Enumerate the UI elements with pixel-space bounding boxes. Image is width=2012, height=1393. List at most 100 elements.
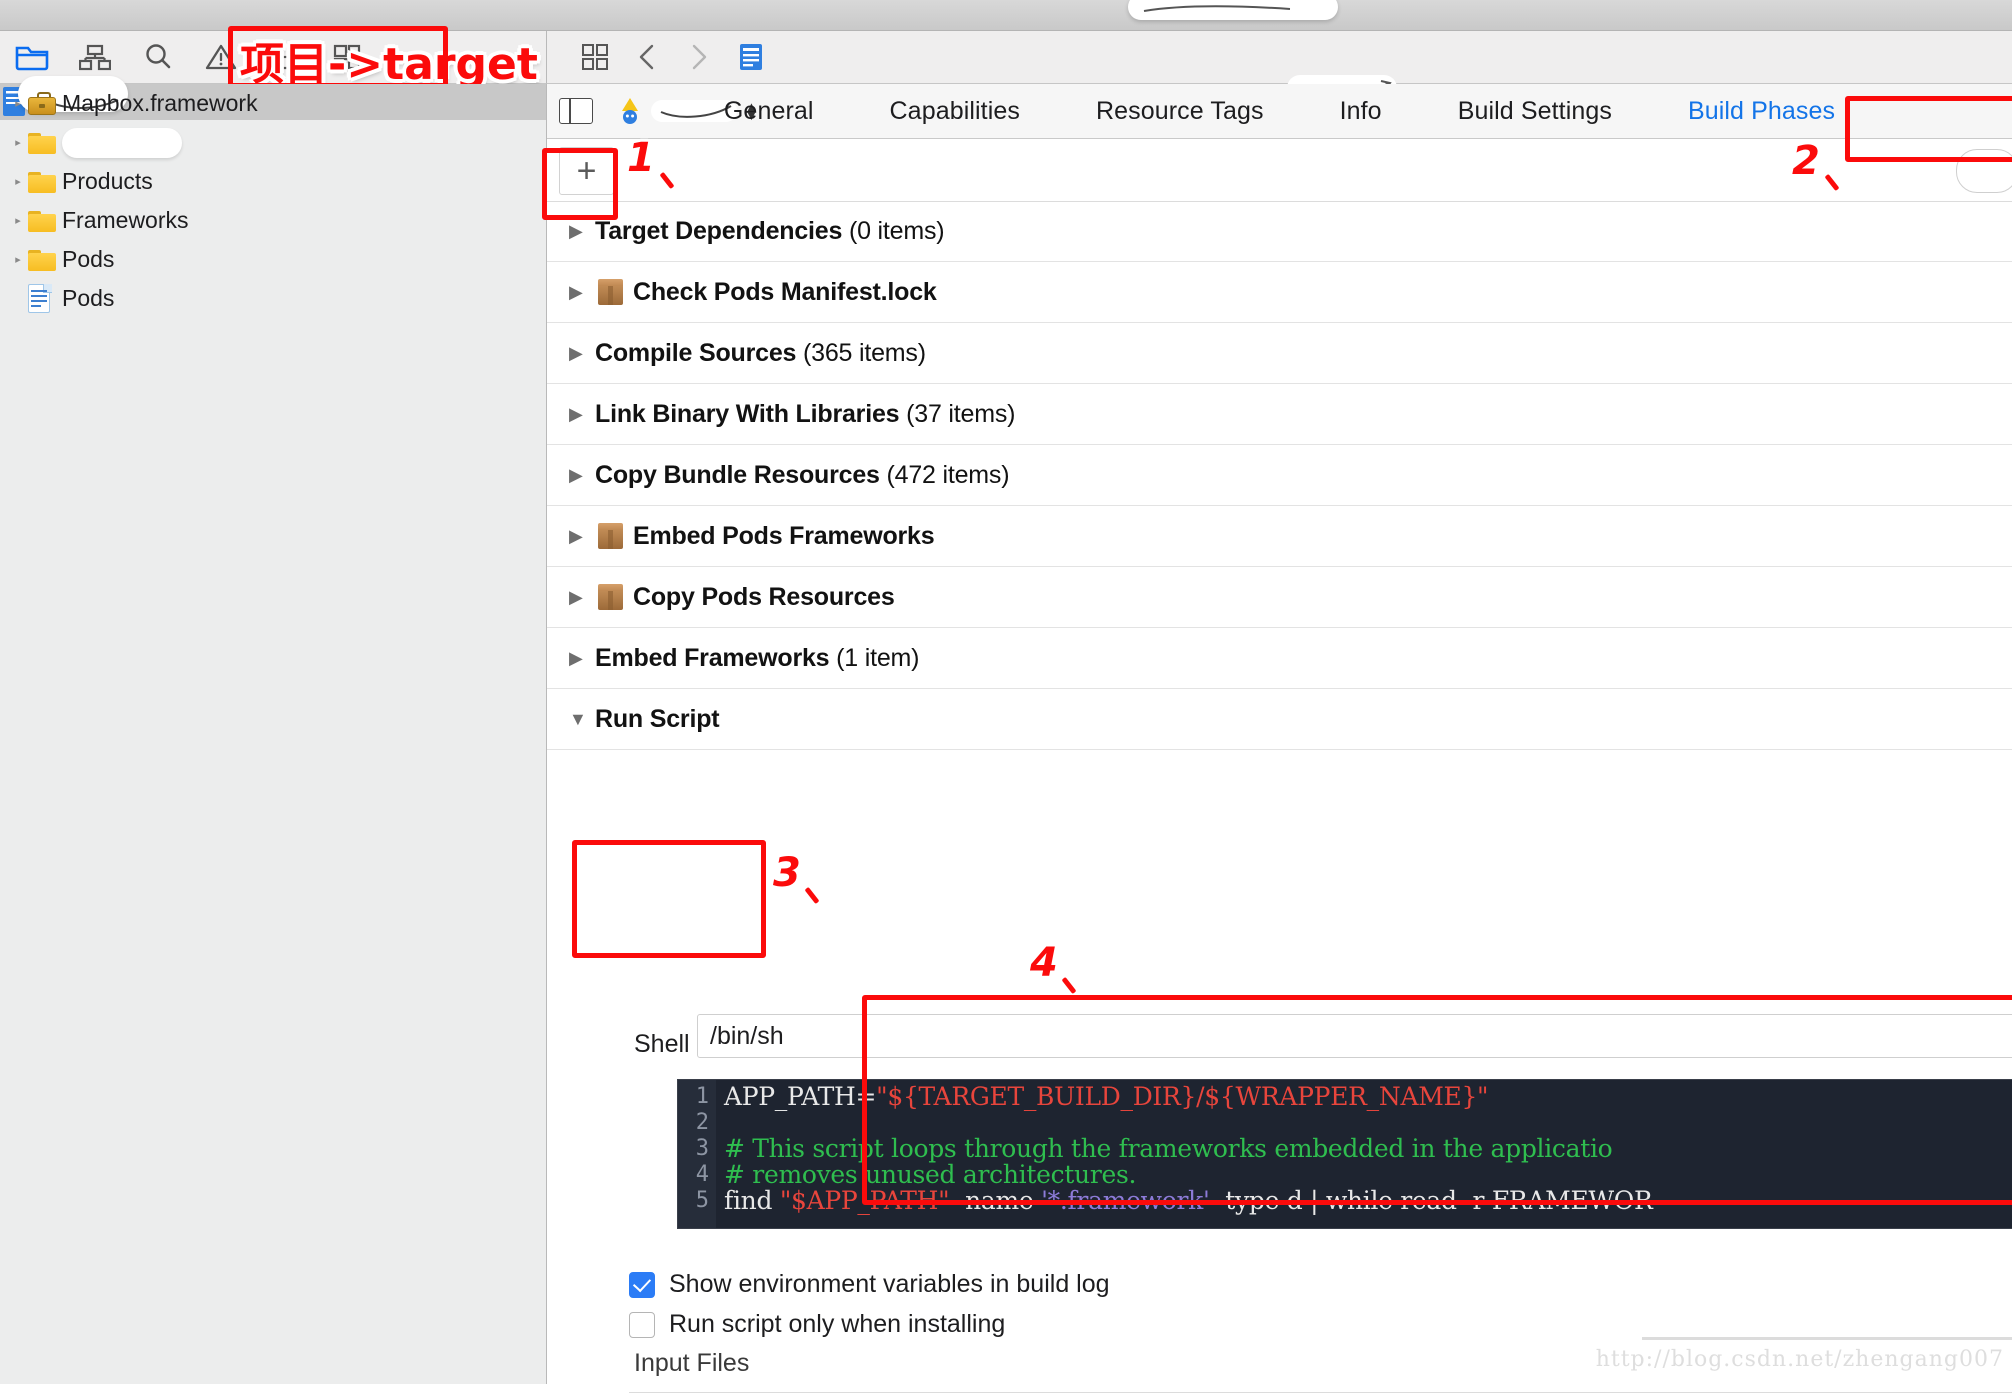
filter-field[interactable]: [1956, 149, 2012, 193]
build-phase-row[interactable]: ▶ Link Binary With Libraries (37 items): [547, 384, 2012, 445]
show-env-vars-checkbox-row[interactable]: Show environment variables in build log: [629, 1270, 1110, 1299]
navigator-item-label: Mapbox.framework: [62, 90, 258, 116]
navigator-item[interactable]: Pods: [0, 279, 546, 318]
back-chevron-icon[interactable]: [621, 31, 673, 83]
build-phase-name: Link Binary With Libraries: [595, 399, 900, 428]
build-phase-row[interactable]: ▶ Check Pods Manifest.lock: [547, 262, 2012, 323]
grid-icon[interactable]: [569, 31, 621, 83]
annotation-number-2: 2: [1792, 138, 1820, 184]
build-phase-row[interactable]: ▼ Run Script: [547, 689, 2012, 750]
show-env-vars-checkbox[interactable]: [629, 1271, 655, 1298]
search-icon[interactable]: [126, 31, 189, 83]
window-title-squiggle: [1143, 5, 1291, 12]
build-phase-name: Run Script: [595, 704, 720, 733]
navigator-item[interactable]: ▸: [0, 123, 546, 162]
build-phase-name: Copy Pods Resources: [633, 582, 895, 611]
navigator-item-label: Pods: [62, 246, 115, 272]
script-editor[interactable]: 12345 APP_PATH="${TARGET_BUILD_DIR}/${WR…: [677, 1079, 2012, 1229]
project-navigator[interactable]: ▸ Mapbox.framework ▸ ▸ Products ▸ Frameworks ▸ P…: [0, 76, 547, 1384]
disclosure-triangle-icon[interactable]: ▸: [10, 175, 26, 188]
disclosure-triangle-icon[interactable]: ▸: [10, 214, 26, 227]
build-phase-row[interactable]: ▶ Copy Pods Resources: [547, 567, 2012, 628]
disclosure-triangle-icon[interactable]: ▸: [10, 97, 26, 110]
script-line-number: 2: [695, 1110, 709, 1135]
folder-icon: [28, 210, 62, 232]
build-phase-row[interactable]: ▶ Target Dependencies (0 items): [547, 201, 2012, 262]
settings-tabs[interactable]: General Capabilities Resource Tags Info Buil…: [547, 84, 2012, 138]
tab-capabilities[interactable]: Capabilities: [852, 97, 1058, 126]
package-icon: [595, 277, 629, 307]
build-phase-title: Compile Sources (365 items): [595, 339, 926, 368]
navigator-item-label: Frameworks: [62, 207, 189, 233]
briefcase-icon: [28, 92, 62, 115]
watermark-rule: [1642, 1337, 2012, 1340]
build-phase-name: Compile Sources: [595, 338, 797, 367]
script-line: [724, 1110, 2012, 1136]
build-phase-row[interactable]: ▶ Embed Frameworks (1 item): [547, 628, 2012, 689]
folder-icon: [28, 132, 62, 154]
run-on-install-label: Run script only when installing: [669, 1310, 1006, 1338]
editor-toolbar: [547, 31, 2012, 101]
navigator-item-list[interactable]: ▸ Mapbox.framework ▸ ▸ Products ▸ Frameworks ▸ P…: [0, 84, 546, 318]
script-line-numbers: 12345: [678, 1080, 716, 1228]
build-phase-row[interactable]: ▶ Copy Bundle Resources (472 items): [547, 445, 2012, 506]
build-phase-title: Link Binary With Libraries (37 items): [595, 400, 1015, 429]
build-phase-title: Copy Bundle Resources (472 items): [595, 460, 1010, 490]
package-icon: [595, 582, 629, 612]
script-line-number: 5: [695, 1188, 709, 1213]
build-phase-name: Embed Pods Frameworks: [633, 521, 935, 550]
xcode-window: 项目->target ▸ Mapbox.framework ▸ ▸ Produc…: [0, 0, 2012, 1393]
build-phase-name: Copy Bundle Resources: [595, 460, 880, 489]
navigator-item-redaction: [62, 127, 182, 158]
disclosure-triangle-icon[interactable]: ▸: [10, 136, 26, 149]
disclosure-triangle-icon[interactable]: ▶: [569, 526, 595, 547]
run-on-install-checkbox[interactable]: [629, 1311, 655, 1338]
run-on-install-checkbox-row[interactable]: Run script only when installing: [629, 1310, 1005, 1339]
script-source[interactable]: APP_PATH="${TARGET_BUILD_DIR}/${WRAPPER_…: [724, 1084, 2012, 1214]
build-phase-list[interactable]: ▶ Target Dependencies (0 items) ▶ Check Pod…: [547, 201, 2012, 750]
build-phase-row[interactable]: ▶ Compile Sources (365 items): [547, 323, 2012, 384]
build-phase-title: Target Dependencies (0 items): [595, 216, 945, 246]
disclosure-triangle-icon[interactable]: ▸: [10, 253, 26, 266]
navigator-item[interactable]: ▸ Products: [0, 162, 546, 201]
target-tab-bar: ▲ ▼ General Capabilities Resource Tags Info B…: [547, 84, 2012, 139]
tab-resource-tags[interactable]: Resource Tags: [1058, 97, 1302, 126]
annotation-number-4: 4: [1030, 940, 1058, 986]
build-phase-count: (472 items): [886, 460, 1010, 489]
script-line-number: 1: [695, 1084, 709, 1109]
build-phase-name: Check Pods Manifest.lock: [633, 277, 937, 306]
build-phase-count: (365 items): [802, 338, 926, 367]
shell-input[interactable]: /bin/sh: [697, 1014, 2012, 1058]
tab-build-phases[interactable]: Build Phases: [1650, 97, 1873, 126]
watermark: http://blog.csdn.net/zhengang007: [1595, 1347, 2004, 1372]
add-phase-button[interactable]: +: [559, 147, 614, 195]
tab-general[interactable]: General: [686, 97, 852, 126]
tab-info[interactable]: Info: [1302, 97, 1420, 126]
build-phase-title: Run Script: [595, 704, 720, 734]
input-files-label: Input Files: [634, 1349, 750, 1377]
disclosure-triangle-icon[interactable]: ▶: [569, 404, 595, 425]
disclosure-triangle-icon[interactable]: ▶: [569, 465, 595, 486]
shell-label: Shell: [634, 1030, 690, 1058]
annotation-number-1: 1: [627, 135, 655, 181]
disclosure-triangle-icon[interactable]: ▶: [569, 648, 595, 669]
navigator-item[interactable]: ▸ Pods: [0, 240, 546, 279]
script-line: find "$APP_PATH" -name '*.framework' -ty…: [724, 1186, 1653, 1215]
build-phase-name: Embed Frameworks: [595, 643, 830, 672]
disclosure-triangle-icon[interactable]: ▶: [569, 587, 595, 608]
tab-build-settings[interactable]: Build Settings: [1420, 97, 1650, 126]
build-phase-count: (1 item): [836, 643, 920, 672]
disclosure-triangle-icon[interactable]: ▶: [569, 221, 595, 242]
package-icon: [595, 521, 629, 551]
build-phase-row[interactable]: ▶ Embed Pods Frameworks: [547, 506, 2012, 567]
script-line-number: 4: [695, 1162, 709, 1187]
disclosure-triangle-icon[interactable]: ▶: [569, 282, 595, 303]
navigator-item[interactable]: ▸ Frameworks: [0, 201, 546, 240]
build-phase-title: Check Pods Manifest.lock: [633, 278, 937, 307]
project-file-icon[interactable]: [725, 31, 777, 83]
build-phase-name: Target Dependencies: [595, 216, 843, 245]
forward-chevron-icon[interactable]: [673, 31, 725, 83]
disclosure-triangle-open-icon[interactable]: ▼: [569, 709, 595, 730]
disclosure-triangle-icon[interactable]: ▶: [569, 343, 595, 364]
navigator-item[interactable]: ▸ Mapbox.framework: [0, 84, 546, 123]
